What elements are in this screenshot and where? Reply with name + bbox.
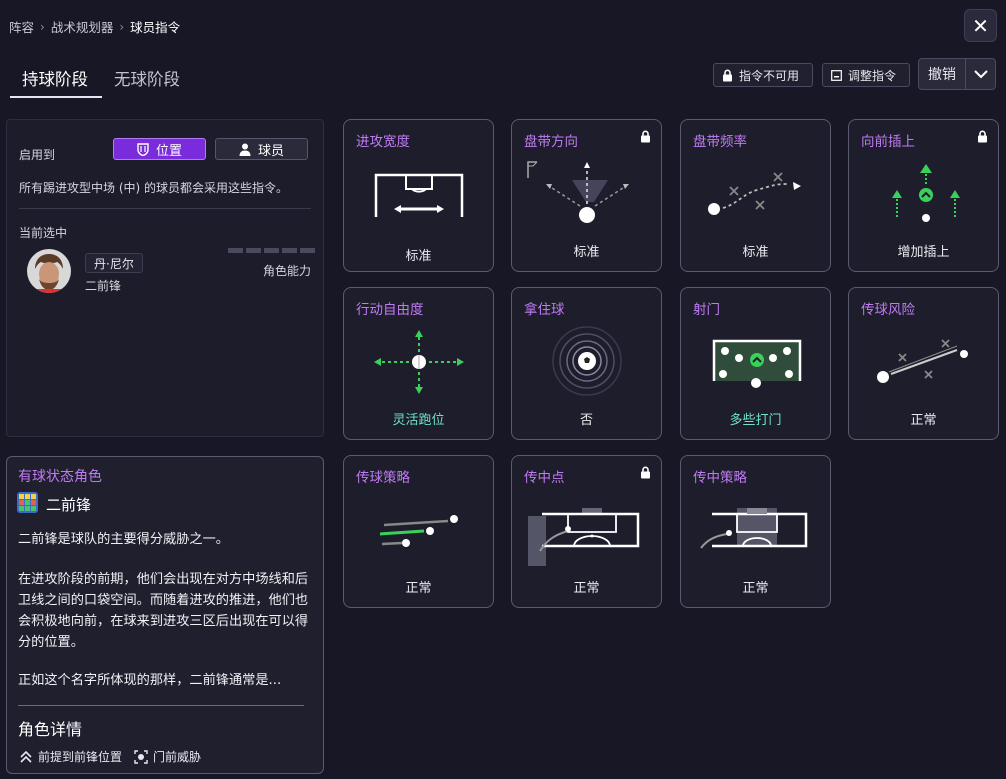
role-trait: 前提到前锋位置 xyxy=(19,748,122,765)
current-selection-label: 当前选中 xyxy=(19,226,68,240)
divider xyxy=(18,705,304,706)
breadcrumb-current: 球员指令 xyxy=(130,20,181,35)
divider xyxy=(19,208,311,209)
breadcrumb: 阵容 › 战术规划器 › 球员指令 xyxy=(9,17,180,36)
chevron-right-icon: › xyxy=(40,19,45,34)
role-info-header: 有球状态角色 xyxy=(18,469,102,485)
close-button[interactable]: ✕ xyxy=(964,9,997,42)
position-label: 位置 xyxy=(155,143,182,159)
instruction-card-hold-ball[interactable]: 拿住球 否 xyxy=(511,287,662,440)
instruction-card-crossing-strategy[interactable]: 传中策略 正常 xyxy=(680,455,831,608)
undo-label: 撤销 xyxy=(919,59,966,89)
card-value: 多些打门 xyxy=(729,413,782,428)
person-icon xyxy=(239,143,251,156)
role-desc-3: 正如这个名字所体现的那样，二前锋通常是... xyxy=(18,673,282,688)
breadcrumb-item[interactable]: 阵容 xyxy=(9,17,34,36)
instruction-card-attacking-width[interactable]: 进攻宽度 标准 xyxy=(343,119,494,272)
goal-threat-icon xyxy=(134,749,148,764)
adjust-label: 调整指令 xyxy=(848,68,897,83)
formation-icon xyxy=(17,492,38,513)
card-value: 正常 xyxy=(910,413,937,428)
adjust-icon xyxy=(831,69,842,81)
player-role: 二前锋 xyxy=(85,279,122,293)
chevron-right-icon: › xyxy=(119,19,125,34)
card-value: 增加插上 xyxy=(897,245,950,260)
active-tab-indicator xyxy=(10,96,102,98)
instruction-card-forward-runs[interactable]: 向前插上 增加插上 xyxy=(848,119,999,272)
card-value: 标准 xyxy=(573,245,600,260)
card-value: 正常 xyxy=(742,581,769,596)
close-icon: ✕ xyxy=(972,13,989,38)
apply-description: 所有踢进攻型中场 (中) 的球员都会采用这些指令。 xyxy=(19,181,288,195)
role-trait: 门前威胁 xyxy=(134,748,201,765)
unavailable-label: 指令不可用 xyxy=(739,68,800,83)
double-chevron-up-icon xyxy=(20,750,32,763)
instruction-card-passing-strategy[interactable]: 传球策略 正常 xyxy=(343,455,494,608)
role-details-title: 角色详情 xyxy=(18,720,83,739)
player-name: 丹·尼尔 xyxy=(85,253,143,273)
role-desc-1: 二前锋是球队的主要得分威胁之一。 xyxy=(18,532,229,547)
shield-icon xyxy=(137,142,149,156)
tab-in-possession[interactable]: 持球阶段 xyxy=(22,66,88,90)
unavailable-instructions-toggle[interactable]: 指令不可用 xyxy=(713,63,813,87)
instruction-card-dribble-direction[interactable]: 盘带方向 标准 xyxy=(511,119,662,272)
role-desc-2: 在进攻阶段的前期，他们会出现在对方中场线和后卫线之间的口袋空间。而随着进攻的推进… xyxy=(18,572,309,650)
player-label: 球员 xyxy=(257,143,284,159)
role-ability-label: 角色能力 xyxy=(263,264,312,278)
instruction-card-freedom-of-movement[interactable]: 行动自由度 灵活跑位 xyxy=(343,287,494,440)
undo-button[interactable]: 撤销 xyxy=(918,58,996,90)
trait-label: 门前威胁 xyxy=(153,750,202,764)
card-value: 灵活跑位 xyxy=(392,413,445,428)
chevron-down-icon[interactable] xyxy=(966,69,995,79)
trait-label: 前提到前锋位置 xyxy=(38,750,123,764)
instruction-card-cross-point[interactable]: 传中点 正常 xyxy=(511,455,662,608)
instruction-card-pass-risk[interactable]: 传球风险 正常 xyxy=(848,287,999,440)
avatar xyxy=(27,249,71,293)
role-ability-bars xyxy=(228,248,315,253)
adjust-instructions-button[interactable]: 调整指令 xyxy=(822,63,910,87)
card-value: 标准 xyxy=(742,245,769,260)
tab-out-of-possession[interactable]: 无球阶段 xyxy=(114,66,180,90)
card-value: 正常 xyxy=(405,581,432,596)
apply-player-toggle[interactable]: 球员 xyxy=(215,138,308,160)
card-value: 标准 xyxy=(405,249,432,264)
instruction-card-dribble-frequency[interactable]: 盘带频率 标准 xyxy=(680,119,831,272)
lock-icon xyxy=(723,69,732,81)
card-value: 否 xyxy=(579,413,593,428)
card-value: 正常 xyxy=(573,581,600,596)
apply-position-toggle[interactable]: 位置 xyxy=(113,138,206,160)
role-name: 二前锋 xyxy=(46,496,92,514)
apply-label: 启用到 xyxy=(19,148,56,162)
breadcrumb-item[interactable]: 战术规划器 xyxy=(51,17,114,36)
instruction-card-shooting[interactable]: 射门 多些打门 xyxy=(680,287,831,440)
